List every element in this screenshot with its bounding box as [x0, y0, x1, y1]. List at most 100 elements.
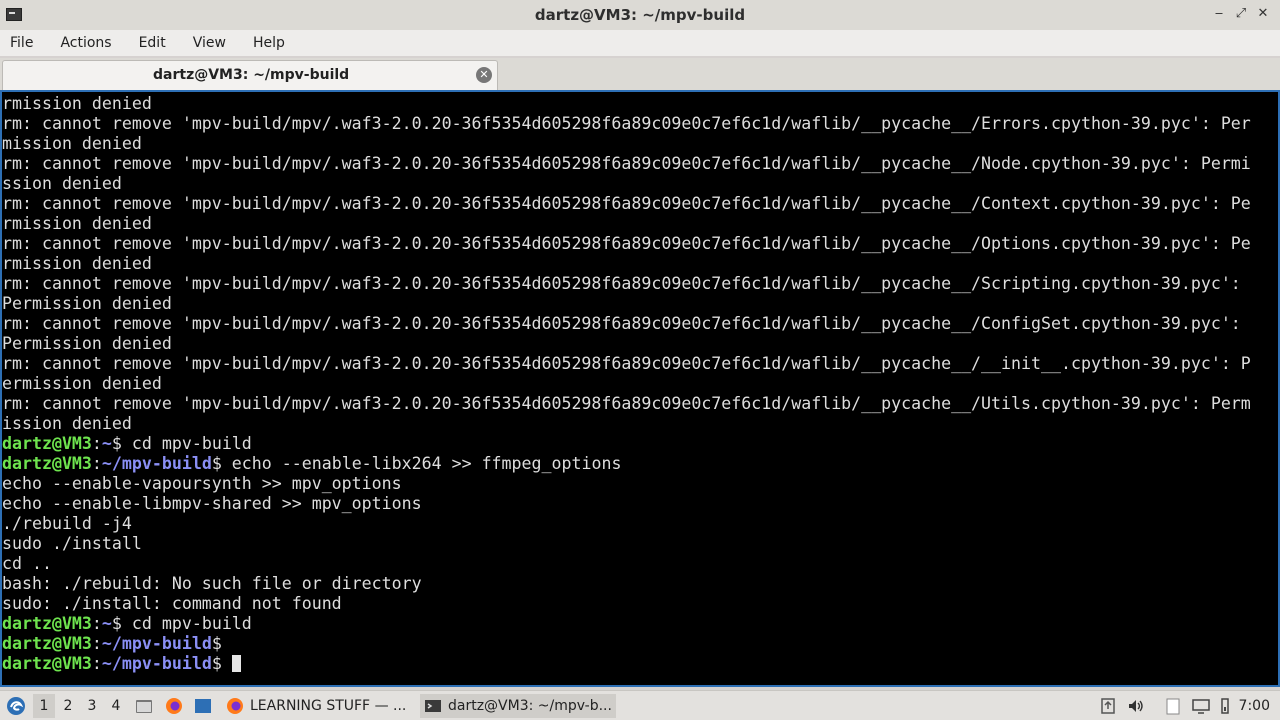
menu-file[interactable]: File — [10, 35, 33, 51]
terminal-line: rm: cannot remove 'mpv-build/mpv/.waf3-2… — [2, 194, 1251, 214]
terminal-line: bash: ./rebuild: No such file or directo… — [2, 574, 1251, 594]
terminal-line: Permission denied — [2, 294, 1251, 314]
clock[interactable]: 7:00 — [1239, 694, 1270, 718]
upload-icon — [1101, 698, 1115, 714]
window-controls: ‒ ⤢ ✕ — [1212, 5, 1270, 23]
line-text: rmission denied — [2, 254, 152, 273]
line-text: : — [91, 454, 102, 473]
terminal-line: mission denied — [2, 134, 1251, 154]
start-menu-button[interactable] — [4, 694, 28, 718]
taskbar: 1 2 3 4 LEARNING STUFF — ... dartz@VM3: … — [0, 690, 1280, 720]
terminal-line: rm: cannot remove 'mpv-build/mpv/.waf3-2… — [2, 114, 1251, 134]
tray-display[interactable] — [1190, 694, 1212, 718]
terminal-line: rm: cannot remove 'mpv-build/mpv/.waf3-2… — [2, 234, 1251, 254]
line-text: : — [91, 654, 102, 673]
line-text: cd .. — [2, 554, 52, 573]
terminal-line: ission denied — [2, 414, 1251, 434]
tab-close-icon[interactable]: ✕ — [476, 67, 492, 83]
terminal-line: dartz@VM3:~$ cd mpv-build — [2, 614, 1251, 634]
maximize-icon[interactable]: ⤢ — [1234, 5, 1248, 23]
line-text: ./rebuild -j4 — [2, 514, 132, 533]
tray-clipboard[interactable] — [1162, 694, 1184, 718]
line-text: $ — [211, 654, 232, 673]
terminal-line: dartz@VM3:~/mpv-build$ — [2, 634, 1251, 654]
line-text: rm: cannot remove 'mpv-build/mpv/.waf3-2… — [2, 394, 1251, 413]
taskbar-app-label: dartz@VM3: ~/mpv-b... — [448, 698, 612, 714]
line-text: Permission denied — [2, 294, 172, 313]
workspace-2[interactable]: 2 — [57, 694, 79, 718]
line-text: echo --enable-libmpv-shared >> mpv_optio… — [2, 494, 422, 513]
workspace-3[interactable]: 3 — [81, 694, 103, 718]
clipboard-icon — [1166, 698, 1180, 715]
workspace-4[interactable]: 4 — [105, 694, 127, 718]
prompt-user: dartz@VM3 — [2, 654, 92, 673]
volume-icon — [1129, 700, 1143, 712]
line-text: rm: cannot remove 'mpv-build/mpv/.waf3-2… — [2, 234, 1251, 253]
taskbar-app-terminal[interactable]: dartz@VM3: ~/mpv-b... — [420, 694, 616, 718]
firefox-icon — [227, 698, 243, 714]
tray-network[interactable] — [1218, 694, 1232, 718]
window-titlebar[interactable]: dartz@VM3: ~/mpv-build ‒ ⤢ ✕ — [0, 0, 1280, 30]
menu-edit[interactable]: Edit — [139, 35, 166, 51]
tray-volume[interactable] — [1126, 694, 1146, 718]
menu-bar: File Actions Edit View Help — [0, 30, 1280, 56]
line-text: sudo: ./install: command not found — [2, 594, 342, 613]
line-text: rm: cannot remove 'mpv-build/mpv/.waf3-2… — [2, 314, 1241, 333]
terminal-lines: rmission denied rm: cannot remove 'mpv-bu… — [2, 94, 1251, 674]
prompt-path: ~/mpv-build — [101, 654, 212, 673]
terminal-line: cd .. — [2, 554, 1251, 574]
prompt-path: ~/mpv-build — [101, 454, 212, 473]
line-text: ermission denied — [2, 374, 162, 393]
terminal-output[interactable]: rmission denied rm: cannot remove 'mpv-bu… — [0, 90, 1280, 687]
line-text: Permission denied — [2, 334, 172, 353]
close-icon[interactable]: ✕ — [1256, 5, 1270, 23]
line-text: $ echo --enable-libx264 >> ffmpeg_option… — [211, 454, 622, 473]
terminal-line: ermission denied — [2, 374, 1251, 394]
terminal-line: sudo: ./install: command not found — [2, 594, 1251, 614]
line-text: rm: cannot remove 'mpv-build/mpv/.waf3-2… — [2, 114, 1251, 133]
prompt-path: ~ — [101, 434, 112, 453]
terminal-line: rm: cannot remove 'mpv-build/mpv/.waf3-2… — [2, 354, 1251, 374]
terminal-line: rmission denied — [2, 254, 1251, 274]
terminal-line: rmission denied — [2, 214, 1251, 234]
line-text: sudo ./install — [2, 534, 142, 553]
line-text: rmission denied — [2, 214, 152, 233]
terminal-line: dartz@VM3:~/mpv-build$ echo --enable-lib… — [2, 454, 1251, 474]
terminal-line: rm: cannot remove 'mpv-build/mpv/.waf3-2… — [2, 314, 1251, 334]
terminal-line: dartz@VM3:~$ cd mpv-build — [2, 434, 1251, 454]
line-text: rm: cannot remove 'mpv-build/mpv/.waf3-2… — [2, 154, 1251, 173]
prompt-path: ~/mpv-build — [101, 634, 212, 653]
terminal-line: echo --enable-vapoursynth >> mpv_options — [2, 474, 1251, 494]
line-text: $ — [211, 634, 222, 653]
line-text: rm: cannot remove 'mpv-build/mpv/.waf3-2… — [2, 194, 1251, 213]
terminal-line: rmission denied — [2, 94, 1251, 114]
show-desktop-launcher[interactable] — [193, 694, 213, 718]
desktop-icon — [195, 699, 211, 713]
menu-actions[interactable]: Actions — [60, 35, 111, 51]
firefox-icon — [166, 698, 182, 714]
tray-upload-indicator[interactable] — [1098, 694, 1118, 718]
terminal-line: rm: cannot remove 'mpv-build/mpv/.waf3-2… — [2, 154, 1251, 174]
menu-view[interactable]: View — [193, 35, 226, 51]
line-text: ssion denied — [2, 174, 122, 193]
menu-help[interactable]: Help — [253, 35, 285, 51]
minimize-icon[interactable]: ‒ — [1212, 5, 1226, 23]
firefox-launcher[interactable] — [164, 694, 184, 718]
line-text: mission denied — [2, 134, 142, 153]
workspace-1[interactable]: 1 — [33, 694, 55, 718]
line-text: $ cd mpv-build — [111, 614, 252, 633]
terminal-line: rm: cannot remove 'mpv-build/mpv/.waf3-2… — [2, 394, 1251, 414]
text-cursor — [231, 655, 241, 672]
window-title: dartz@VM3: ~/mpv-build — [534, 6, 746, 24]
line-text: rm: cannot remove 'mpv-build/mpv/.waf3-2… — [2, 354, 1251, 373]
taskbar-app-firefox[interactable]: LEARNING STUFF — ... — [222, 694, 412, 718]
prompt-user: dartz@VM3 — [2, 634, 92, 653]
file-manager-launcher[interactable] — [134, 694, 154, 718]
terminal-window-icon — [6, 8, 22, 21]
monitor-icon — [1192, 699, 1210, 714]
file-manager-icon — [136, 700, 152, 713]
tab-terminal[interactable]: dartz@VM3: ~/mpv-build ✕ — [2, 60, 498, 90]
terminal-icon — [425, 700, 441, 712]
tab-bar: dartz@VM3: ~/mpv-build ✕ — [0, 58, 1280, 90]
prompt-user: dartz@VM3 — [2, 434, 92, 453]
